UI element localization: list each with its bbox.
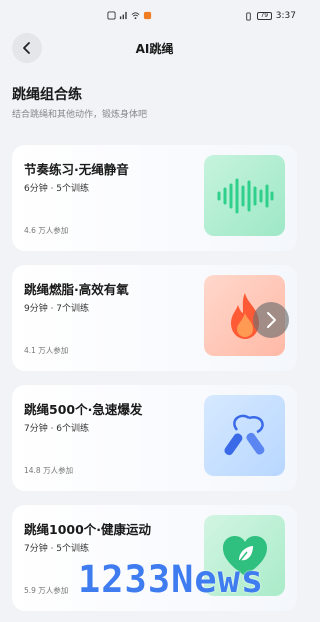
card-thumbnail xyxy=(204,395,285,476)
card-thumbnail xyxy=(204,155,285,236)
card-meta: 6分钟 · 5个训练 xyxy=(24,184,90,194)
watermark: 1233News xyxy=(78,558,265,601)
card-meta: 7分钟 · 5个训练 xyxy=(24,544,90,554)
card-title: 跳绳燃脂·高效有氧 xyxy=(24,282,129,297)
participant-count: 4.1 万人参加 xyxy=(24,346,69,355)
app-notification-icon xyxy=(143,11,152,20)
workout-card-500[interactable]: 跳绳500个·急速爆发 7分钟 · 6个训练 14.8 万人参加 xyxy=(12,385,297,491)
card-title: 跳绳500个·急速爆发 xyxy=(24,402,143,417)
card-title: 跳绳1000个·健康运动 xyxy=(24,522,152,537)
card-meta: 7分钟 · 6个训练 xyxy=(24,424,90,434)
next-arrow-button[interactable] xyxy=(253,302,289,338)
wifi-icon xyxy=(131,12,140,20)
participant-count: 4.6 万人参加 xyxy=(24,226,69,235)
status-icons-right: 79 3:37 xyxy=(244,11,296,21)
clock: 3:37 xyxy=(275,11,296,21)
page-title: AI跳绳 xyxy=(135,42,174,56)
vibrate-icon xyxy=(246,11,251,21)
section-subtitle: 结合跳绳和其他动作，锻炼身体吧 xyxy=(12,110,148,120)
status-bar: 79 3:37 xyxy=(0,0,309,32)
status-icons-left xyxy=(107,11,152,20)
sound-wave-icon xyxy=(217,178,273,213)
signal-icon xyxy=(119,11,127,20)
jump-rope-icon xyxy=(223,414,264,455)
card-title: 节奏练习·无绳静音 xyxy=(24,162,129,177)
nfc-icon xyxy=(107,11,116,20)
battery-icon: 79 xyxy=(256,12,272,20)
section-title: 跳绳组合练 xyxy=(12,87,82,103)
workout-card-rhythm[interactable]: 节奏练习·无绳静音 6分钟 · 5个训练 4.6 万人参加 xyxy=(12,145,297,251)
participant-count: 5.9 万人参加 xyxy=(24,586,69,595)
chevron-right-icon xyxy=(267,312,276,328)
card-meta: 9分钟 · 7个训练 xyxy=(24,304,90,314)
participant-count: 14.8 万人参加 xyxy=(24,466,74,475)
